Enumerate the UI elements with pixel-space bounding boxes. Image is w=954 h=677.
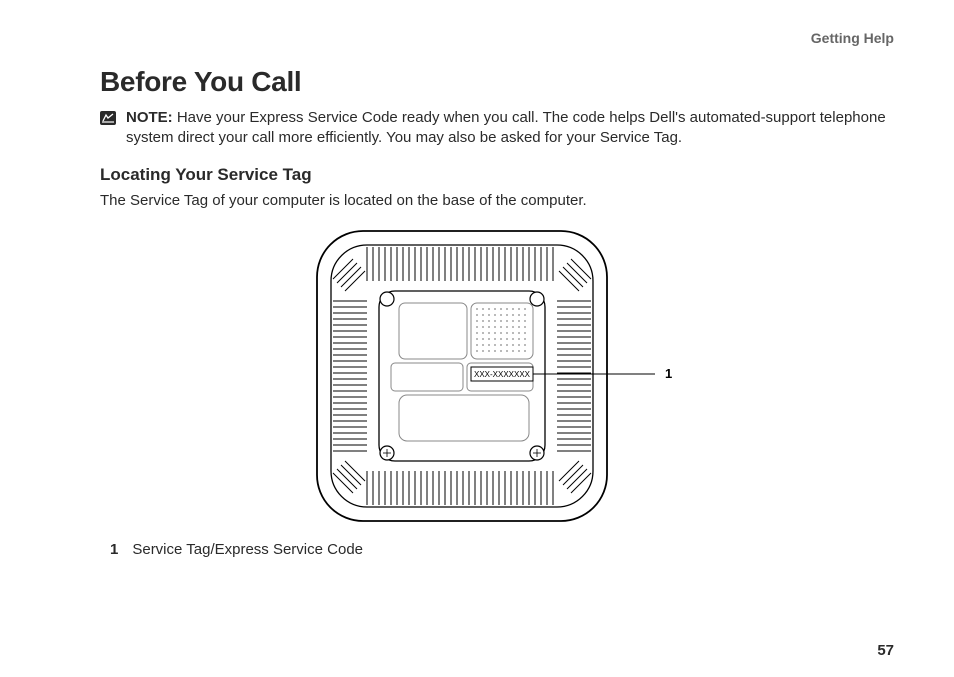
subheading: Locating Your Service Tag [100, 165, 894, 185]
note-body: Have your Express Service Code ready whe… [126, 109, 886, 146]
chapter-title: Getting Help [811, 30, 894, 46]
note-label: NOTE: [126, 109, 173, 126]
legend-number: 1 [110, 541, 118, 558]
callout-number: 1 [665, 366, 672, 381]
note-block: NOTE: Have your Express Service Code rea… [100, 108, 894, 149]
page-title: Before You Call [100, 66, 894, 98]
service-tag-placeholder: XXX-XXXXXXX [474, 370, 531, 379]
figure: XXX-XXXXXXX 1 [100, 221, 894, 531]
legend-text: Service Tag/Express Service Code [132, 541, 363, 558]
note-text: NOTE: Have your Express Service Code rea… [126, 108, 894, 149]
page-number: 57 [877, 642, 894, 659]
figure-legend: 1 Service Tag/Express Service Code [110, 541, 894, 558]
device-base-illustration: XXX-XXXXXXX 1 [287, 221, 707, 531]
body-paragraph: The Service Tag of your computer is loca… [100, 191, 894, 211]
note-icon [100, 111, 116, 125]
